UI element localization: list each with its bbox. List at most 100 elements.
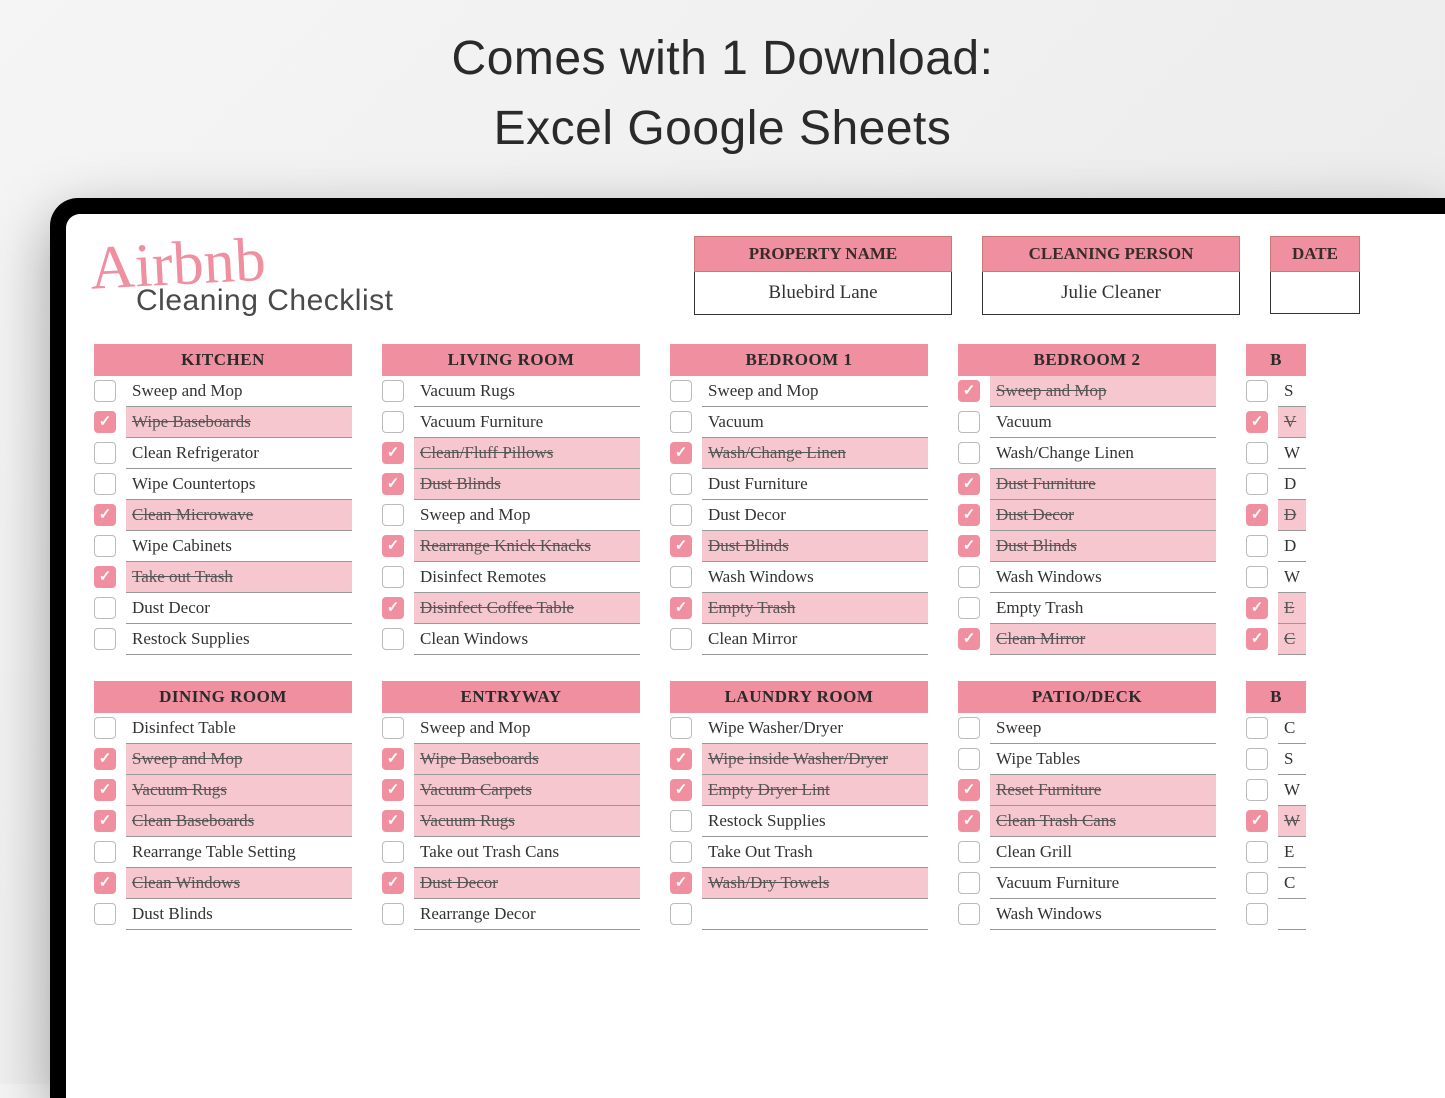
checklist-item-label[interactable]: Clean Refrigerator	[126, 438, 352, 469]
checkbox[interactable]	[670, 566, 692, 588]
checkbox[interactable]	[94, 779, 116, 801]
checklist-item-label[interactable]: Wipe Baseboards	[126, 407, 352, 438]
checkbox[interactable]	[958, 380, 980, 402]
checklist-item-label[interactable]	[702, 899, 928, 930]
checklist-item-label[interactable]: Reset Furniture	[990, 775, 1216, 806]
checkbox[interactable]	[382, 504, 404, 526]
checklist-item-label[interactable]: Dust Decor	[702, 500, 928, 531]
checklist-item-label[interactable]: Sweep and Mop	[990, 376, 1216, 407]
date-value[interactable]	[1270, 272, 1360, 314]
checkbox[interactable]	[670, 717, 692, 739]
checklist-item-label[interactable]: Clean Mirror	[990, 624, 1216, 655]
checkbox[interactable]	[382, 380, 404, 402]
checklist-item-label[interactable]: Rearrange Knick Knacks	[414, 531, 640, 562]
checkbox[interactable]	[1246, 872, 1268, 894]
checkbox[interactable]	[1246, 841, 1268, 863]
checkbox[interactable]	[94, 597, 116, 619]
checkbox[interactable]	[670, 411, 692, 433]
checklist-item-label[interactable]: Rearrange Decor	[414, 899, 640, 930]
checkbox[interactable]	[94, 872, 116, 894]
checkbox[interactable]	[382, 566, 404, 588]
checkbox[interactable]	[1246, 748, 1268, 770]
checklist-item-label[interactable]: Restock Supplies	[126, 624, 352, 655]
checklist-item-label[interactable]: Vacuum Rugs	[414, 376, 640, 407]
checklist-item-label[interactable]: Clean Windows	[414, 624, 640, 655]
checklist-item-label[interactable]: V	[1278, 407, 1306, 438]
checklist-item-label[interactable]: Clean Windows	[126, 868, 352, 899]
checkbox[interactable]	[958, 411, 980, 433]
checklist-item-label[interactable]: Wash/Change Linen	[702, 438, 928, 469]
checklist-item-label[interactable]: Dust Blinds	[990, 531, 1216, 562]
checklist-item-label[interactable]: W	[1278, 806, 1306, 837]
checkbox[interactable]	[958, 841, 980, 863]
checklist-item-label[interactable]: Empty Trash	[702, 593, 928, 624]
checkbox[interactable]	[382, 442, 404, 464]
checklist-item-label[interactable]: Rearrange Table Setting	[126, 837, 352, 868]
checkbox[interactable]	[670, 872, 692, 894]
checkbox[interactable]	[670, 380, 692, 402]
checkbox[interactable]	[958, 717, 980, 739]
checklist-item-label[interactable]: Vacuum Furniture	[990, 868, 1216, 899]
checklist-item-label[interactable]: Wash/Dry Towels	[702, 868, 928, 899]
checklist-item-label[interactable]: W	[1278, 775, 1306, 806]
checkbox[interactable]	[94, 810, 116, 832]
checkbox[interactable]	[1246, 504, 1268, 526]
checkbox[interactable]	[1246, 810, 1268, 832]
checkbox[interactable]	[958, 473, 980, 495]
checkbox[interactable]	[94, 903, 116, 925]
checklist-item-label[interactable]: Clean Grill	[990, 837, 1216, 868]
checklist-item-label[interactable]: Wash/Change Linen	[990, 438, 1216, 469]
checklist-item-label[interactable]: Vacuum Rugs	[126, 775, 352, 806]
checkbox[interactable]	[94, 504, 116, 526]
checklist-item-label[interactable]: Restock Supplies	[702, 806, 928, 837]
checkbox[interactable]	[382, 748, 404, 770]
checklist-item-label[interactable]: Sweep	[990, 713, 1216, 744]
checkbox[interactable]	[958, 903, 980, 925]
checkbox[interactable]	[94, 380, 116, 402]
checkbox[interactable]	[94, 628, 116, 650]
checkbox[interactable]	[958, 442, 980, 464]
checklist-item-label[interactable]: Vacuum Furniture	[414, 407, 640, 438]
checkbox[interactable]	[670, 597, 692, 619]
checklist-item-label[interactable]: Dust Blinds	[702, 531, 928, 562]
checklist-item-label[interactable]: Vacuum	[702, 407, 928, 438]
checkbox[interactable]	[94, 411, 116, 433]
checkbox[interactable]	[1246, 779, 1268, 801]
checklist-item-label[interactable]: Wipe Tables	[990, 744, 1216, 775]
checklist-item-label[interactable]: Wipe Countertops	[126, 469, 352, 500]
checkbox[interactable]	[958, 566, 980, 588]
checklist-item-label[interactable]: Vacuum Rugs	[414, 806, 640, 837]
checklist-item-label[interactable]: Dust Decor	[414, 868, 640, 899]
checklist-item-label[interactable]: W	[1278, 562, 1306, 593]
checkbox[interactable]	[1246, 628, 1268, 650]
checklist-item-label[interactable]: Clean Baseboards	[126, 806, 352, 837]
checkbox[interactable]	[1246, 535, 1268, 557]
checklist-item-label[interactable]: Sweep and Mop	[414, 500, 640, 531]
checkbox[interactable]	[670, 748, 692, 770]
checkbox[interactable]	[670, 473, 692, 495]
checklist-item-label[interactable]: Wash Windows	[990, 562, 1216, 593]
checklist-item-label[interactable]: E	[1278, 593, 1306, 624]
checkbox[interactable]	[94, 473, 116, 495]
checkbox[interactable]	[670, 442, 692, 464]
checklist-item-label[interactable]: Disinfect Table	[126, 713, 352, 744]
checkbox[interactable]	[382, 473, 404, 495]
checkbox[interactable]	[670, 903, 692, 925]
checklist-item-label[interactable]: Empty Dryer Lint	[702, 775, 928, 806]
checkbox[interactable]	[94, 442, 116, 464]
checkbox[interactable]	[382, 872, 404, 894]
checklist-item-label[interactable]: Vacuum Carpets	[414, 775, 640, 806]
checkbox[interactable]	[94, 535, 116, 557]
checkbox[interactable]	[958, 535, 980, 557]
checklist-item-label[interactable]: Dust Decor	[126, 593, 352, 624]
checklist-item-label[interactable]: Empty Trash	[990, 593, 1216, 624]
checklist-item-label[interactable]: Wash Windows	[702, 562, 928, 593]
checkbox[interactable]	[94, 717, 116, 739]
checklist-item-label[interactable]: C	[1278, 624, 1306, 655]
checklist-item-label[interactable]: C	[1278, 713, 1306, 744]
checklist-item-label[interactable]: Sweep and Mop	[126, 376, 352, 407]
checkbox[interactable]	[1246, 442, 1268, 464]
checklist-item-label[interactable]: S	[1278, 376, 1306, 407]
checklist-item-label[interactable]: Sweep and Mop	[414, 713, 640, 744]
checkbox[interactable]	[670, 779, 692, 801]
